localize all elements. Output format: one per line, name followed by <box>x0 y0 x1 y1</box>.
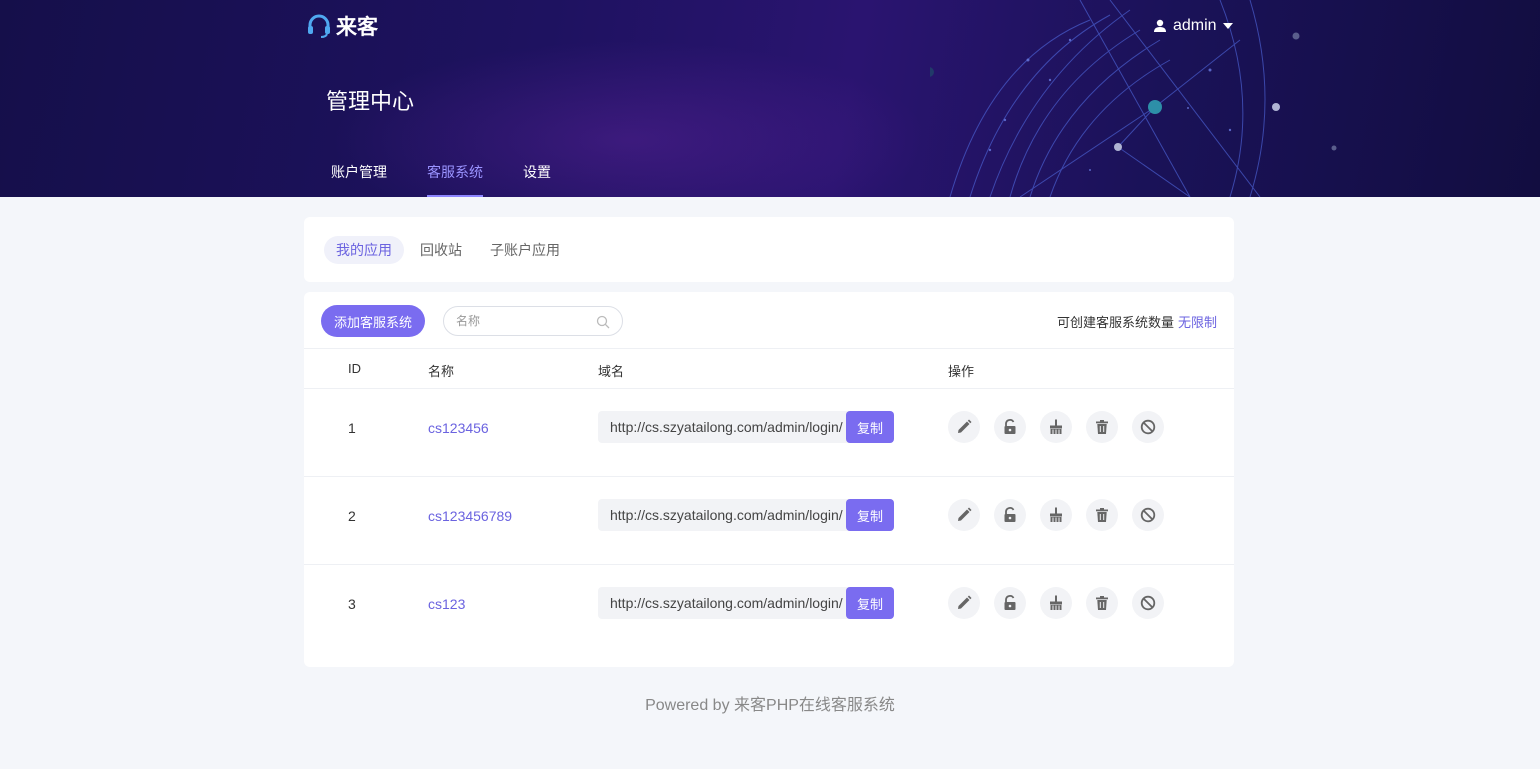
domain-text: http://cs.szyatailong.com/admin/login/ <box>610 595 843 611</box>
table-row: 3 cs123 http://cs.szyatailong.com/admin/… <box>304 565 1234 653</box>
user-icon <box>1154 19 1166 32</box>
quota-value[interactable]: 无限制 <box>1178 315 1217 330</box>
row-actions <box>948 499 1178 531</box>
row-name-link[interactable]: cs123456789 <box>428 508 512 524</box>
table-row: 1 cs123456 http://cs.szyatailong.com/adm… <box>304 389 1234 477</box>
delete-button[interactable] <box>1086 411 1118 443</box>
header-domain: 域名 <box>598 364 625 379</box>
clear-cache-icon <box>1050 419 1062 434</box>
header-name: 名称 <box>428 364 455 379</box>
unlock-icon <box>1004 507 1016 522</box>
domain-text: http://cs.szyatailong.com/admin/login/ <box>610 507 843 523</box>
main-nav: 账户管理 客服系统 设置 <box>331 162 591 197</box>
edit-icon <box>958 507 972 521</box>
apps-panel: 添加客服系统 可创建客服系统数量无限制 ID 名称 域名 操作 1 cs1234… <box>304 292 1234 667</box>
edit-button[interactable] <box>948 587 980 619</box>
copy-button[interactable]: 复制 <box>846 411 894 443</box>
disable-button[interactable] <box>1132 499 1164 531</box>
footer-text: Powered by 来客PHP在线客服系统 <box>645 697 895 714</box>
disable-button[interactable] <box>1132 587 1164 619</box>
search-input[interactable] <box>456 312 586 330</box>
user-name: admin <box>1173 17 1217 34</box>
copy-button[interactable]: 复制 <box>846 587 894 619</box>
edit-icon <box>958 419 972 433</box>
brand-logo[interactable]: 来客 <box>306 12 378 40</box>
disable-button[interactable] <box>1132 411 1164 443</box>
delete-button[interactable] <box>1086 499 1118 531</box>
tab-customer-service[interactable]: 客服系统 <box>427 162 483 197</box>
row-id: 2 <box>348 508 356 524</box>
unlock-button[interactable] <box>994 411 1026 443</box>
edit-button[interactable] <box>948 499 980 531</box>
row-id: 3 <box>348 596 356 612</box>
edit-icon <box>958 595 972 609</box>
edit-button[interactable] <box>948 411 980 443</box>
unlock-icon <box>1004 595 1016 610</box>
user-menu[interactable]: admin <box>1153 16 1233 36</box>
clear-cache-button[interactable] <box>1040 499 1072 531</box>
table-body: 1 cs123456 http://cs.szyatailong.com/adm… <box>304 389 1234 653</box>
subtab-recycle-bin[interactable]: 回收站 <box>408 236 474 264</box>
add-service-button[interactable]: 添加客服系统 <box>321 305 425 337</box>
row-id: 1 <box>348 420 356 436</box>
header-actions: 操作 <box>948 364 975 379</box>
copy-button[interactable]: 复制 <box>846 499 894 531</box>
delete-icon <box>1096 420 1108 434</box>
caret-down-icon <box>1222 23 1233 29</box>
search-icon[interactable] <box>596 315 610 329</box>
subtab-my-apps[interactable]: 我的应用 <box>324 235 404 264</box>
page-title: 管理中心 <box>326 89 415 114</box>
row-name-link[interactable]: cs123 <box>428 596 465 612</box>
subtab-sub-account-apps[interactable]: 子账户应用 <box>478 236 572 264</box>
quota-info: 可创建客服系统数量 无限制 <box>1057 312 1217 331</box>
row-actions <box>948 587 1178 619</box>
unlock-icon <box>1004 419 1016 434</box>
delete-icon <box>1096 508 1108 522</box>
disable-icon <box>1140 595 1156 611</box>
clear-cache-icon <box>1050 595 1062 610</box>
clear-cache-icon <box>1050 507 1062 522</box>
domain-field: http://cs.szyatailong.com/admin/login/ 复… <box>598 499 894 531</box>
headset-icon <box>308 14 330 38</box>
domain-field: http://cs.szyatailong.com/admin/login/ 复… <box>598 587 894 619</box>
row-name-link[interactable]: cs123456 <box>428 420 489 436</box>
disable-icon <box>1140 419 1156 435</box>
header-banner: 来客 admin 管理中心 账户管理 客服系统 设置 <box>0 0 1540 197</box>
disable-icon <box>1140 507 1156 523</box>
clear-cache-button[interactable] <box>1040 411 1072 443</box>
search-box[interactable] <box>443 306 623 336</box>
header-id: ID <box>348 361 361 376</box>
delete-button[interactable] <box>1086 587 1118 619</box>
table-header: ID 名称 域名 操作 <box>304 349 1234 389</box>
delete-icon <box>1096 596 1108 610</box>
table-row: 2 cs123456789 http://cs.szyatailong.com/… <box>304 477 1234 565</box>
sub-nav: 我的应用 回收站 子账户应用 <box>304 217 1234 282</box>
domain-field: http://cs.szyatailong.com/admin/login/ 复… <box>598 411 894 443</box>
row-actions <box>948 411 1178 443</box>
network-illustration <box>930 0 1337 197</box>
toolbar: 添加客服系统 可创建客服系统数量无限制 <box>304 292 1234 349</box>
domain-text: http://cs.szyatailong.com/admin/login/ <box>610 419 843 435</box>
unlock-button[interactable] <box>994 499 1026 531</box>
tab-settings[interactable]: 设置 <box>523 162 551 197</box>
clear-cache-button[interactable] <box>1040 587 1072 619</box>
quota-label: 可创建客服系统数量 <box>1056 315 1174 330</box>
unlock-button[interactable] <box>994 587 1026 619</box>
brand-name: 来客 <box>336 16 378 39</box>
tab-account-management[interactable]: 账户管理 <box>331 162 387 197</box>
